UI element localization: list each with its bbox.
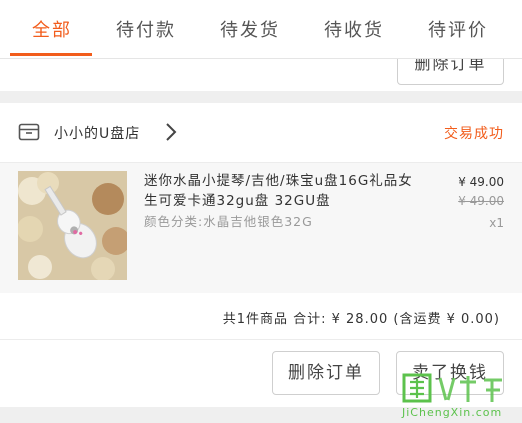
watermark-text: JiChengXin.com: [402, 406, 503, 419]
tab-pending-shipment[interactable]: 待发货: [220, 16, 280, 42]
tab-pending-receipt[interactable]: 待收货: [324, 16, 384, 42]
shop-name[interactable]: 小小的U盘店: [54, 123, 140, 143]
product-quantity: x1: [489, 216, 504, 230]
order-summary: 共1件商品 合计: ¥ 28.00 (含运费 ¥ 0.00): [222, 312, 500, 327]
order-summary-row: 共1件商品 合计: ¥ 28.00 (含运费 ¥ 0.00): [0, 293, 522, 340]
chevron-right-icon[interactable]: [165, 122, 177, 142]
order-item[interactable]: 迷你水晶小提琴/吉他/珠宝u盘16G礼品女生可爱卡通32gu盘 32GU盘 颜色…: [0, 163, 522, 293]
shop-icon: [18, 123, 40, 141]
order-card: 小小的U盘店 交易成功 迷你水晶小提琴/吉他/珠宝u盘16G礼品女生可爱卡通32…: [0, 103, 522, 407]
active-tab-indicator: [10, 53, 92, 56]
order-tabs: 全部 待付款 待发货 待收货 待评价: [0, 0, 522, 59]
sell-for-cash-button[interactable]: 卖了换钱: [396, 351, 504, 395]
product-thumbnail[interactable]: [18, 171, 127, 280]
tab-pending-review[interactable]: 待评价: [428, 16, 488, 42]
previous-order-footer: 删除订单: [0, 59, 522, 91]
product-price: ¥ 49.00: [458, 175, 504, 189]
shop-row[interactable]: 小小的U盘店 交易成功: [0, 103, 522, 163]
tab-all[interactable]: 全部: [32, 16, 72, 42]
previous-delete-order-button[interactable]: 删除订单: [397, 59, 504, 85]
product-variant: 颜色分类:水晶吉他银色32G: [144, 214, 313, 229]
tab-pending-payment[interactable]: 待付款: [116, 16, 176, 42]
order-status: 交易成功: [444, 126, 504, 142]
delete-order-button[interactable]: 删除订单: [272, 351, 380, 395]
original-price: ¥ 49.00: [458, 194, 504, 208]
product-title[interactable]: 迷你水晶小提琴/吉他/珠宝u盘16G礼品女生可爱卡通32gu盘 32GU盘: [144, 171, 424, 211]
